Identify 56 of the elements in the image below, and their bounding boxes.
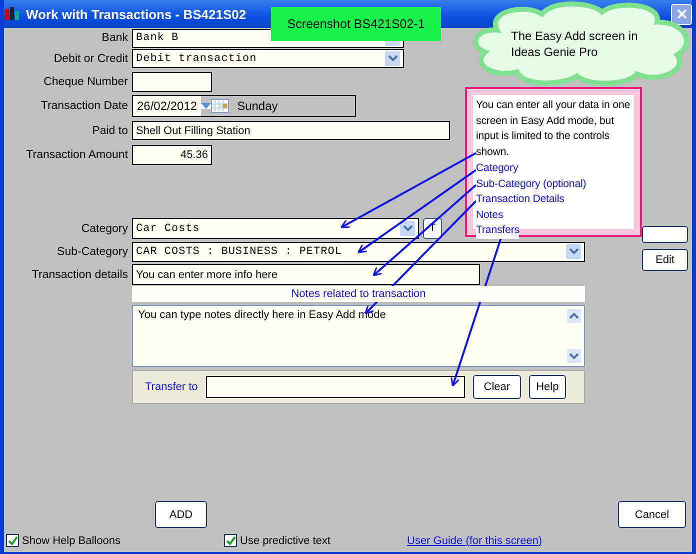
dropdown-field[interactable]: Car Costs xyxy=(132,218,419,239)
chevron-down-icon xyxy=(388,55,398,62)
chevron-down-icon xyxy=(402,225,412,232)
user-guide-link[interactable]: User Guide (for this screen) xyxy=(407,534,542,546)
field-label: Debit or Credit xyxy=(52,52,128,64)
scrollbar[interactable] xyxy=(567,309,581,363)
checkmark-icon xyxy=(226,536,236,546)
transfer-label: Transfer to xyxy=(145,381,198,393)
dropdown-button[interactable] xyxy=(385,51,400,66)
checkbox[interactable] xyxy=(224,534,237,547)
field-label: Cheque Number xyxy=(42,76,128,88)
callout-text: You can enter all your data in one screen in Easy Add mode, but input is limited to the controls shown. xyxy=(476,98,632,160)
field-label: Transaction Date xyxy=(40,100,128,112)
field-label: Bank xyxy=(100,32,128,44)
dropdown-field[interactable]: Debit transaction xyxy=(132,49,404,68)
dropdown-button[interactable] xyxy=(566,244,581,259)
callout-link[interactable]: Transfers xyxy=(476,223,520,238)
field-label: Category xyxy=(80,222,128,234)
callout-link[interactable]: Category xyxy=(476,161,518,176)
dropdown-field[interactable] xyxy=(206,376,465,398)
add-button[interactable]: ADD xyxy=(155,501,207,528)
notes-field[interactable]: You can type notes directly here in Easy Add mode xyxy=(132,305,585,367)
panel-button[interactable]: Help xyxy=(529,375,566,399)
field-label: Sub-Category xyxy=(56,246,128,258)
window-title: Work with Transactions - BS421S02 xyxy=(26,6,246,22)
dropdown-arrow-icon[interactable] xyxy=(201,103,212,109)
calendar-icon[interactable] xyxy=(211,99,230,113)
input-field[interactable]: You can enter more info here xyxy=(132,264,480,285)
date-value: 26/02/2012 xyxy=(133,96,202,116)
date-field[interactable]: 26/02/2012 Sunday xyxy=(132,95,356,117)
field-label: Transaction details xyxy=(30,268,128,280)
screenshot-label-tooltip: Screenshot BS421S02-1 xyxy=(271,7,441,41)
checkbox[interactable] xyxy=(6,534,19,547)
input-field[interactable]: Shell Out Filling Station xyxy=(132,121,450,140)
input-field[interactable] xyxy=(132,72,212,92)
field-label: Transaction Amount xyxy=(25,149,128,161)
dropdown-button[interactable] xyxy=(400,221,415,236)
checkmark-icon xyxy=(8,536,18,546)
day-label: Sunday xyxy=(237,99,278,113)
cloud-note: The Easy Add screen in Ideas Genie Pro xyxy=(511,28,639,60)
input-field[interactable]: 45.36 xyxy=(132,145,212,165)
notes-header: Notes related to transaction xyxy=(132,286,585,302)
chevron-down-icon xyxy=(568,248,578,255)
cancel-button[interactable]: Cancel xyxy=(618,501,686,528)
option-checkbox[interactable]: Show Help Balloons xyxy=(6,534,224,547)
panel-button[interactable]: Clear xyxy=(472,375,522,399)
scroll-down-icon[interactable] xyxy=(567,349,581,363)
option-checkbox[interactable]: Use predictive text xyxy=(224,534,407,547)
edit-button[interactable]: Edit xyxy=(642,249,688,271)
scroll-up-icon[interactable] xyxy=(567,309,581,323)
field-label: Paid to xyxy=(91,124,128,136)
dropdown-field[interactable]: CAR COSTS : BUSINESS : PETROL xyxy=(132,242,585,262)
app-icon xyxy=(4,6,20,22)
close-icon xyxy=(676,8,688,20)
callout-link[interactable]: Sub-Category (optional) xyxy=(476,176,586,192)
close-button[interactable] xyxy=(671,4,692,24)
